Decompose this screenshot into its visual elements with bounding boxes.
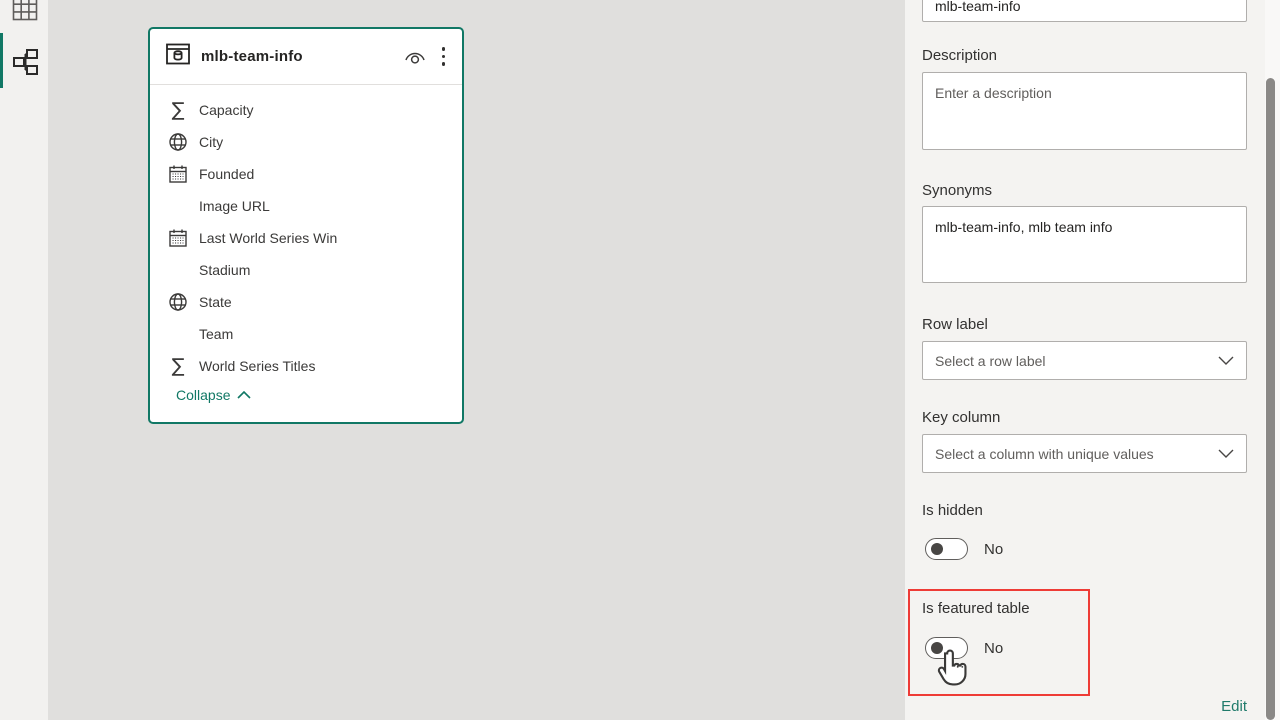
visibility-eye-icon[interactable] [403, 47, 427, 67]
is-hidden-label: Is hidden [922, 502, 983, 519]
synonyms-input[interactable]: mlb-team-info, mlb team info [922, 206, 1247, 283]
scrollbar-track[interactable] [1265, 0, 1280, 720]
field-row-image-url[interactable]: Image URL [150, 190, 462, 222]
field-row-stadium[interactable]: Stadium [150, 254, 462, 286]
field-list: ∑ Capacity City Founded Image URL Last W… [150, 85, 462, 382]
model-view-icon[interactable] [12, 48, 38, 75]
table-view-icon[interactable] [12, 0, 38, 21]
is-featured-table-toggle-row: No [925, 637, 1003, 659]
globe-icon [167, 291, 189, 313]
field-row-founded[interactable]: Founded [150, 158, 462, 190]
sigma-icon: ∑ [171, 98, 185, 121]
synonyms-label: Synonyms [922, 182, 993, 199]
sigma-icon: ∑ [171, 354, 185, 377]
no-icon [167, 323, 189, 345]
field-row-city[interactable]: City [150, 126, 462, 158]
no-icon [167, 259, 189, 281]
is-hidden-toggle[interactable] [925, 538, 968, 560]
field-row-team[interactable]: Team [150, 318, 462, 350]
key-column-label: Key column [922, 409, 1001, 426]
field-row-last-world-series-win[interactable]: Last World Series Win [150, 222, 462, 254]
table-card-mlb-team-info[interactable]: mlb-team-info ∑ Capacity City Founded Im… [148, 27, 464, 424]
is-hidden-toggle-row: No [925, 538, 1003, 560]
more-options-icon[interactable] [439, 45, 449, 68]
view-rail [0, 0, 48, 720]
calendar-icon [167, 227, 189, 249]
is-hidden-value: No [984, 540, 1004, 558]
collapse-link[interactable]: Collapse [176, 387, 252, 403]
chevron-down-icon [1218, 449, 1234, 458]
chevron-up-icon [237, 391, 252, 399]
field-row-capacity[interactable]: ∑ Capacity [150, 94, 462, 126]
scrollbar-thumb[interactable] [1266, 78, 1275, 720]
description-label: Description [922, 47, 998, 64]
model-canvas: mlb-team-info ∑ Capacity City Founded Im… [48, 0, 905, 720]
is-featured-table-toggle[interactable] [925, 637, 968, 659]
table-card-title: mlb-team-info [201, 48, 303, 65]
edit-link[interactable]: Edit [1221, 698, 1247, 715]
no-icon [167, 195, 189, 217]
key-column-dropdown[interactable]: Select a column with unique values [922, 434, 1247, 473]
table-card-header: mlb-team-info [150, 29, 462, 85]
table-icon [165, 41, 191, 72]
properties-panel: mlb-team-info Description Synonyms mlb-t… [905, 0, 1280, 720]
chevron-down-icon [1218, 356, 1234, 365]
calendar-icon [167, 163, 189, 185]
globe-icon [167, 131, 189, 153]
name-input[interactable]: mlb-team-info [922, 0, 1247, 22]
description-input[interactable] [922, 72, 1247, 150]
row-label-label: Row label [922, 316, 988, 333]
is-featured-table-value: No [984, 639, 1004, 657]
selected-view-indicator [0, 33, 3, 88]
field-row-world-series-titles[interactable]: ∑ World Series Titles [150, 350, 462, 382]
row-label-dropdown[interactable]: Select a row label [922, 341, 1247, 380]
is-featured-table-label: Is featured table [922, 600, 1030, 617]
field-row-state[interactable]: State [150, 286, 462, 318]
